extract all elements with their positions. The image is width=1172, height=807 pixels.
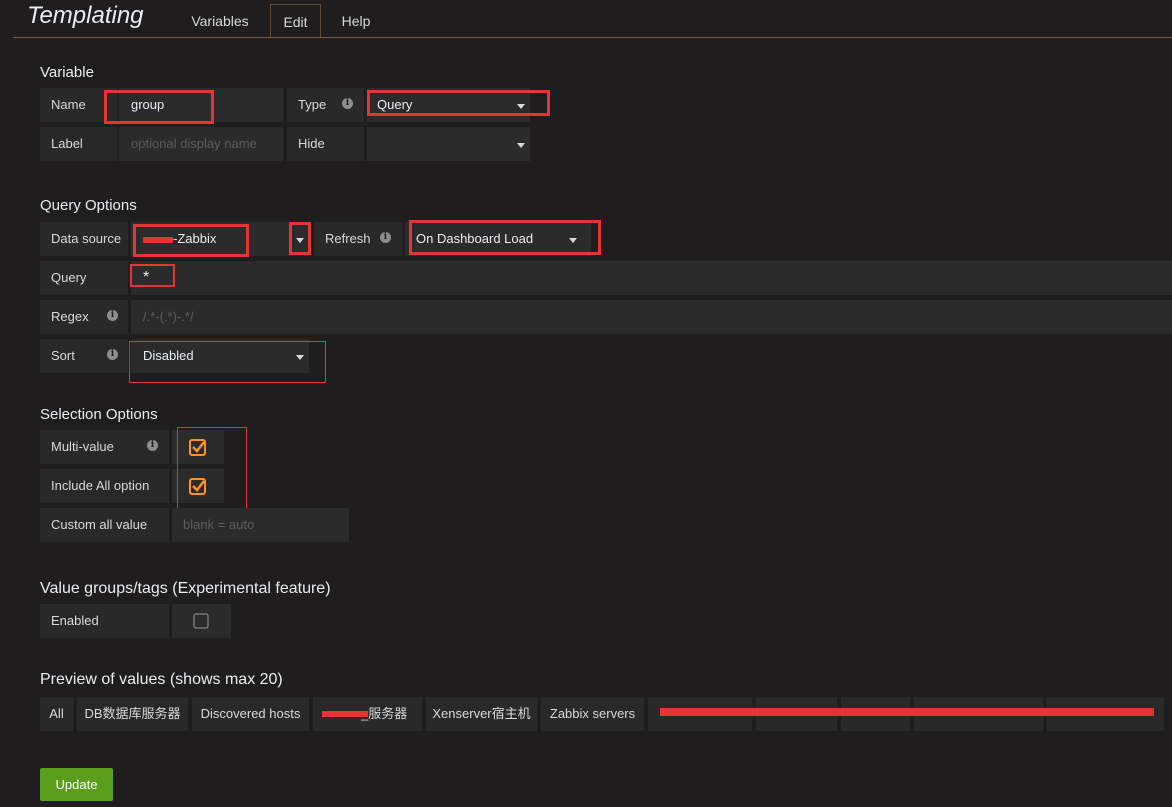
hide-select[interactable] (367, 127, 530, 161)
query-input[interactable]: * (131, 261, 1172, 295)
redaction-mark (660, 708, 1154, 716)
checkbox-checked-icon (189, 439, 206, 456)
redaction-mark (143, 236, 173, 243)
tab-variables[interactable]: Variables (180, 4, 260, 38)
datasource-select[interactable]: -Zabbix (131, 222, 311, 256)
type-select-value: Query (377, 97, 413, 112)
sort-label-text: Sort (51, 348, 75, 363)
preview-title: Preview of values (shows max 20) (40, 671, 283, 688)
chevron-down-icon (569, 238, 577, 243)
redaction-mark (322, 711, 368, 717)
chevron-down-icon (296, 238, 304, 243)
refresh-label: Refresh i (314, 222, 402, 256)
update-button[interactable]: Update (40, 768, 113, 801)
enabled-label: Enabled (40, 604, 169, 638)
tab-help[interactable]: Help (331, 4, 381, 38)
multi-value-label-text: Multi-value (51, 439, 114, 454)
selection-options-title: Selection Options (40, 406, 158, 423)
header-divider (13, 37, 1172, 38)
info-icon: i (107, 310, 118, 321)
name-label: Name (40, 88, 117, 122)
refresh-select[interactable]: On Dashboard Load (405, 222, 591, 256)
regex-label: Regex i (40, 300, 128, 334)
type-label-text: Type (298, 97, 327, 112)
checkbox-checked-icon (189, 478, 206, 495)
hide-label: Hide (287, 127, 364, 161)
sort-select[interactable]: Disabled (131, 339, 309, 373)
value-groups-title: Value groups/tags (Experimental feature) (40, 580, 331, 597)
chevron-down-icon (517, 104, 525, 109)
preview-value: Discovered hosts (192, 697, 309, 731)
query-options-title: Query Options (40, 197, 137, 214)
variable-section-title: Variable (40, 64, 94, 81)
sort-select-value: Disabled (143, 348, 194, 363)
preview-value: Xenserver宿主机 (426, 697, 537, 731)
sort-label: Sort i (40, 339, 128, 373)
include-all-label: Include All option (40, 469, 169, 503)
query-label: Query (40, 261, 128, 295)
regex-input[interactable]: /.*-(.*)-.*/ (131, 300, 1172, 334)
regex-label-text: Regex (51, 309, 89, 324)
checkbox-unchecked-icon (193, 613, 209, 629)
type-label: Type i (287, 88, 364, 122)
name-input[interactable]: group (119, 88, 283, 122)
multi-value-label: Multi-value i (40, 430, 169, 464)
info-icon: i (107, 349, 118, 360)
chevron-down-icon (296, 355, 304, 360)
refresh-label-text: Refresh (325, 231, 371, 246)
datasource-value: -Zabbix (173, 231, 217, 246)
preview-value: DB数据库服务器 (77, 697, 188, 731)
datasource-label: Data source (40, 222, 128, 256)
custom-all-input[interactable]: blank = auto (172, 508, 349, 542)
label-label: Label (40, 127, 117, 161)
refresh-select-value: On Dashboard Load (416, 231, 534, 246)
page-title: Templating (27, 2, 144, 29)
tab-edit[interactable]: Edit (270, 4, 321, 38)
info-icon: i (147, 440, 158, 451)
multi-value-toggle[interactable] (172, 430, 224, 464)
info-icon: i (342, 98, 353, 109)
custom-all-label: Custom all value (40, 508, 169, 542)
type-select[interactable]: Query (367, 88, 530, 122)
include-all-toggle[interactable] (172, 469, 224, 503)
info-icon: i (380, 232, 391, 243)
chevron-down-icon (517, 143, 525, 148)
enabled-toggle[interactable] (172, 604, 231, 638)
preview-value: Zabbix servers (541, 697, 644, 731)
preview-value: All (40, 697, 73, 731)
label-input[interactable]: optional display name (119, 127, 283, 161)
